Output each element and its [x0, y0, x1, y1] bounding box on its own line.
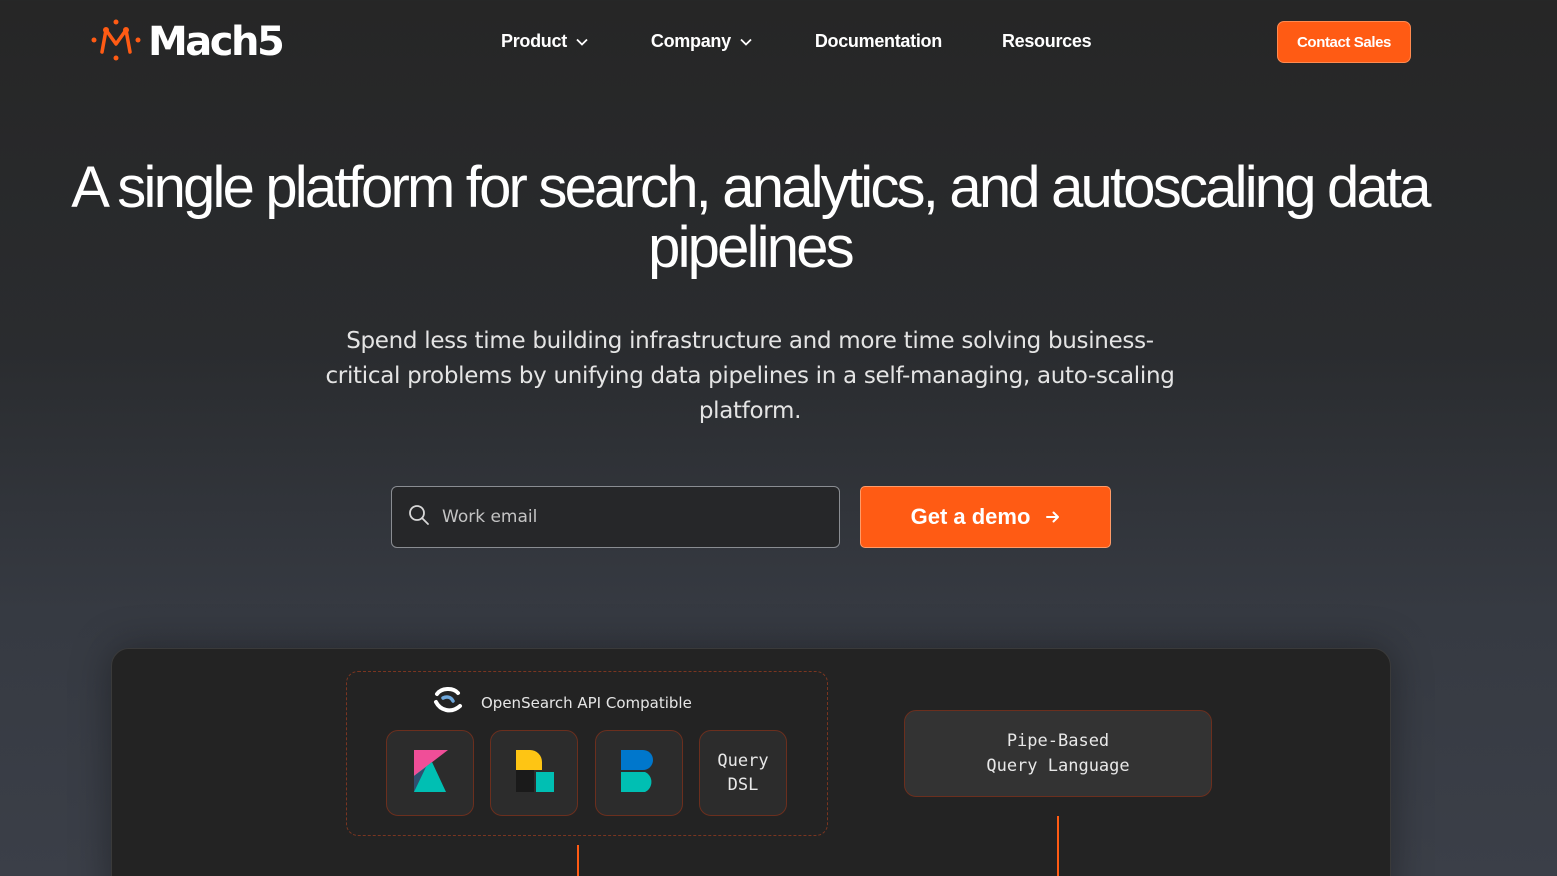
nav-item-label: Documentation [814, 31, 942, 51]
query-dsl-label: Query DSL [717, 749, 768, 797]
main-menu: Product Company Documentation Resources [501, 31, 1092, 52]
elastic-tile [490, 730, 578, 816]
nav-item-resources[interactable]: Resources [1001, 31, 1092, 52]
nav-item-label: Product [501, 31, 567, 51]
nav-item-documentation[interactable]: Documentation [815, 31, 942, 52]
opensearch-label: OpenSearch API Compatible [481, 694, 692, 712]
pipe-label-line2: Query Language [986, 755, 1130, 776]
chevron-down-icon [740, 38, 752, 46]
nav-item-product[interactable]: Product [501, 31, 589, 52]
beats-icon [619, 748, 659, 799]
pipe-label-line1: Pipe-Based [1006, 730, 1110, 751]
pipe-query-language-box: Pipe-Based Query Language [904, 710, 1212, 797]
elastic-icon [512, 748, 556, 799]
email-field-container [391, 486, 840, 548]
get-demo-label: Get a demo [910, 504, 1031, 529]
opensearch-icon [431, 684, 465, 722]
pipe-query-language-label: Pipe-Based Query Language [986, 729, 1129, 779]
kibana-tile [386, 730, 474, 816]
opensearch-group: OpenSearch API Compatible Query DSL [346, 671, 828, 836]
email-field[interactable] [442, 507, 822, 527]
architecture-diagram: OpenSearch API Compatible Query DSL Pipe… [111, 648, 1391, 876]
hero-title: A single platform for search, analytics,… [71, 155, 1431, 280]
query-dsl-line2: DSL [727, 775, 759, 795]
arrow-right-icon [1046, 504, 1060, 530]
query-dsl-tile: Query DSL [699, 730, 787, 816]
kibana-icon [410, 748, 450, 799]
nav-item-label: Company [650, 31, 731, 51]
hero-subtitle: Spend less time building infrastructure … [325, 328, 1175, 424]
logo[interactable]: Mach5 [90, 18, 285, 67]
beats-tile [595, 730, 683, 816]
chevron-down-icon [576, 38, 588, 46]
opensearch-label-row: OpenSearch API Compatible [431, 684, 692, 722]
nav-item-company[interactable]: Company [651, 31, 753, 52]
nav-item-label: Resources [1001, 31, 1092, 51]
mach5-molecule-icon [90, 18, 142, 67]
connector-line-left [577, 845, 579, 876]
contact-sales-button[interactable]: Contact Sales [1277, 21, 1411, 63]
connector-line-right [1057, 816, 1059, 876]
get-demo-button[interactable]: Get a demo [860, 486, 1111, 548]
logo-text: Mach5 [148, 19, 285, 65]
query-dsl-line1: Query [717, 751, 769, 771]
search-icon [408, 504, 430, 531]
top-navigation: Mach5 Product Company Documentation Reso… [0, 0, 1557, 86]
